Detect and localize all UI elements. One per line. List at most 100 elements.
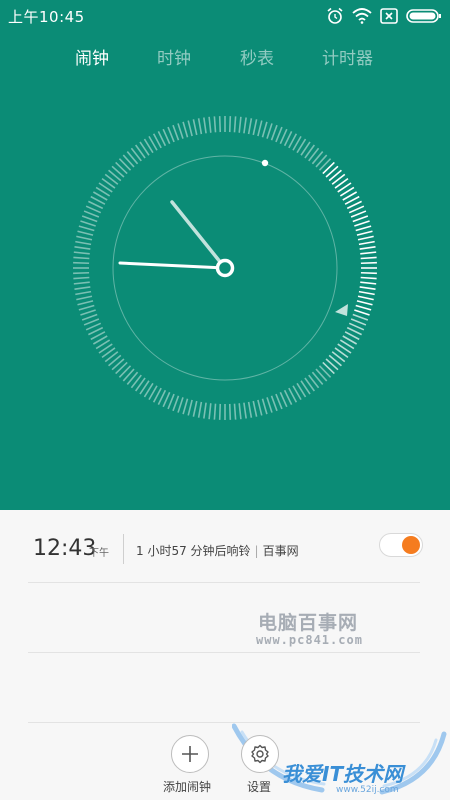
settings-button[interactable] bbox=[241, 735, 279, 773]
dial-tick bbox=[218, 403, 222, 420]
dial-tick bbox=[167, 393, 175, 410]
dial-tick bbox=[182, 398, 189, 415]
dial-tick bbox=[75, 290, 92, 296]
dial-tick bbox=[73, 251, 90, 255]
settings-label: 设置 bbox=[247, 780, 272, 794]
dial-tick bbox=[238, 116, 242, 133]
dial-tick bbox=[78, 225, 95, 232]
sim-no-signal-icon bbox=[380, 8, 398, 24]
dial-tick bbox=[352, 215, 369, 223]
dial-tick bbox=[182, 121, 189, 138]
dial-tick bbox=[261, 121, 268, 138]
dial-tick bbox=[208, 403, 212, 420]
tab-timer[interactable]: 计时器 bbox=[322, 44, 373, 69]
dial-tick bbox=[73, 261, 90, 265]
dial-tick bbox=[197, 401, 203, 418]
info-separator: | bbox=[254, 544, 259, 558]
dial-tick bbox=[233, 116, 237, 133]
dial-tick bbox=[177, 397, 184, 413]
dial-tick bbox=[357, 235, 374, 241]
dial-tick bbox=[257, 120, 263, 137]
divider bbox=[28, 652, 420, 653]
footer-logo-text: 我爱IT技术网 bbox=[282, 762, 404, 786]
dial-tick bbox=[358, 240, 375, 246]
dial-tick bbox=[266, 123, 273, 139]
watermark-title: 电脑百事网 bbox=[258, 612, 359, 634]
dial-tick bbox=[350, 210, 367, 218]
gear-icon bbox=[251, 744, 269, 764]
dial-tick bbox=[192, 119, 198, 136]
alarm-info: 1 小时57 分钟后响铃 | 百事网 bbox=[136, 542, 299, 559]
analog-clock-dial bbox=[73, 116, 377, 420]
dial-tick bbox=[74, 246, 91, 250]
dial-tick bbox=[247, 401, 253, 418]
status-bar: 上午10:45 bbox=[0, 0, 450, 32]
dial-tick bbox=[203, 117, 207, 134]
dial-tick bbox=[247, 118, 253, 135]
dial-tick bbox=[238, 403, 242, 420]
watermark-url: www.pc841.com bbox=[256, 633, 363, 647]
plus-icon bbox=[182, 746, 198, 762]
dial-tick bbox=[228, 403, 232, 420]
dial-tick bbox=[228, 116, 232, 133]
battery-icon bbox=[406, 9, 441, 23]
dial-tick bbox=[275, 126, 283, 143]
dial-tick bbox=[74, 286, 91, 290]
dial-tick bbox=[354, 220, 370, 227]
dial-tick bbox=[218, 116, 222, 133]
dial-tick bbox=[73, 281, 90, 285]
alarm-clock-icon bbox=[327, 7, 343, 24]
dial-tick bbox=[197, 118, 203, 135]
alarm-item[interactable]: 12:43 下午 1 小时57 分钟后响铃 | 百事网 bbox=[0, 530, 450, 584]
dial-tick bbox=[78, 304, 95, 311]
dial-tick bbox=[358, 290, 375, 296]
tab-stopwatch[interactable]: 秒表 bbox=[240, 44, 274, 69]
alarm-toggle[interactable] bbox=[379, 533, 423, 557]
status-time: 上午10:45 bbox=[8, 8, 85, 26]
dial-tick bbox=[352, 313, 369, 321]
dial-tick bbox=[172, 124, 180, 141]
alarm-label: 百事网 bbox=[262, 544, 299, 558]
dial-tick bbox=[357, 295, 374, 301]
tab-clock[interactable]: 时钟 bbox=[157, 44, 191, 69]
dial-tick bbox=[83, 210, 100, 218]
dial-tick bbox=[350, 318, 367, 326]
dial-tick bbox=[76, 295, 93, 301]
add-alarm-button[interactable] bbox=[171, 735, 209, 773]
dial-tick bbox=[203, 402, 207, 419]
dial-tick bbox=[355, 304, 372, 311]
dial-tick bbox=[187, 120, 193, 137]
dial-tick bbox=[356, 300, 373, 306]
alarm-time: 12:43 bbox=[33, 536, 97, 561]
status-icons bbox=[326, 6, 442, 26]
dial-tick bbox=[75, 240, 92, 246]
dial-tick bbox=[257, 399, 263, 416]
wifi-icon bbox=[352, 8, 372, 24]
divider bbox=[123, 534, 124, 564]
footer-logo-url: www.52ij.com bbox=[336, 785, 399, 795]
header-panel: 上午10:45 闹钟 时钟 秒表 计时器 bbox=[0, 0, 450, 510]
dial-tick bbox=[208, 116, 212, 133]
dial-tick bbox=[80, 220, 96, 227]
dial-tick bbox=[77, 230, 94, 236]
dial-tick bbox=[192, 400, 198, 417]
dial-tick bbox=[76, 235, 93, 241]
dial-tick bbox=[360, 261, 377, 265]
dial-tick bbox=[359, 246, 376, 250]
toggle-knob bbox=[402, 536, 420, 554]
dial-tick bbox=[355, 225, 372, 232]
dial-tick bbox=[213, 403, 217, 420]
add-alarm-label: 添加闹钟 bbox=[163, 780, 212, 794]
dial-tick bbox=[167, 126, 175, 143]
dial-tick bbox=[73, 256, 90, 260]
dial-tick bbox=[187, 399, 193, 416]
dial-tick bbox=[233, 403, 237, 420]
dial-tick bbox=[213, 116, 217, 133]
dial-tick bbox=[252, 400, 258, 417]
dial-tick bbox=[243, 117, 247, 134]
dial-tick bbox=[359, 286, 376, 290]
tab-alarm[interactable]: 闹钟 bbox=[75, 44, 109, 69]
tab-bar: 闹钟 时钟 秒表 计时器 bbox=[0, 44, 450, 72]
dial-tick bbox=[275, 393, 283, 410]
dial-tick bbox=[270, 395, 278, 412]
